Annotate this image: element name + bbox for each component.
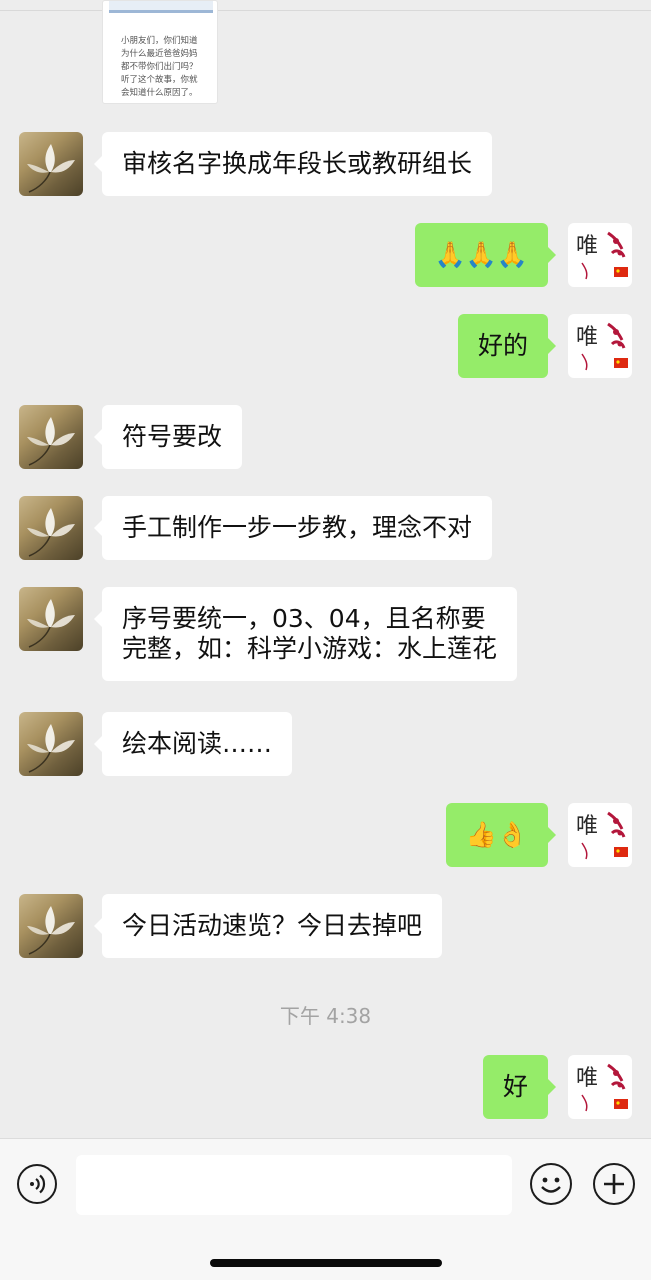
- card-header-strip: [109, 1, 213, 13]
- message-bubble[interactable]: 序号要统一，03、04，且名称要 完整，如：科学小游戏：水上莲花: [93, 587, 518, 681]
- contact-avatar[interactable]: [19, 587, 83, 651]
- plus-button[interactable]: [593, 1163, 635, 1205]
- svg-text:唯: 唯: [576, 234, 598, 259]
- my-avatar[interactable]: 唯: [568, 1055, 632, 1119]
- message-input[interactable]: [76, 1155, 512, 1215]
- message-timestamp: 下午 4:38: [279, 1004, 372, 1028]
- message-bubble[interactable]: 好: [482, 1055, 557, 1119]
- plus-icon: [604, 1174, 624, 1194]
- contact-avatar[interactable]: [19, 496, 83, 560]
- message-bubble[interactable]: 🙏🙏🙏: [414, 223, 557, 287]
- home-indicator[interactable]: [210, 1259, 442, 1267]
- svg-text:唯: 唯: [576, 325, 598, 350]
- message-bubble[interactable]: 绘本阅读……: [93, 712, 293, 776]
- message-bubble[interactable]: 手工制作一步一步教，理念不对: [93, 496, 493, 560]
- contact-avatar[interactable]: [19, 132, 83, 196]
- contact-avatar[interactable]: [19, 894, 83, 958]
- divider: [0, 10, 651, 11]
- message-bubble[interactable]: 今日活动速览？今日去掉吧: [93, 894, 443, 958]
- contact-avatar[interactable]: [19, 712, 83, 776]
- my-avatar[interactable]: 唯: [568, 803, 632, 867]
- card-text: 小朋友们，你们知道 为什么最近爸爸妈妈 都不带你们出门吗？ 听了这个故事，你就 …: [121, 36, 198, 98]
- shared-image-card[interactable]: 小朋友们，你们知道 为什么最近爸爸妈妈 都不带你们出门吗？ 听了这个故事，你就 …: [102, 0, 218, 104]
- input-bar: [0, 1138, 651, 1280]
- message-bubble[interactable]: 好的: [457, 314, 557, 378]
- my-avatar[interactable]: 唯: [568, 314, 632, 378]
- my-avatar[interactable]: 唯: [568, 223, 632, 287]
- svg-text:唯: 唯: [576, 814, 598, 839]
- message-bubble[interactable]: 符号要改: [93, 405, 243, 469]
- emoji-icon: [541, 1177, 561, 1193]
- message-bubble[interactable]: 审核名字换成年段长或教研组长: [93, 132, 493, 196]
- chat-area: 小朋友们，你们知道 为什么最近爸爸妈妈 都不带你们出门吗？ 听了这个故事，你就 …: [0, 0, 651, 1138]
- emoji-button[interactable]: [530, 1163, 572, 1205]
- voice-button[interactable]: [17, 1164, 57, 1204]
- message-bubble[interactable]: 👍👌: [445, 803, 557, 867]
- contact-avatar[interactable]: [19, 405, 83, 469]
- svg-text:唯: 唯: [576, 1066, 598, 1091]
- voice-icon: [30, 1174, 46, 1194]
